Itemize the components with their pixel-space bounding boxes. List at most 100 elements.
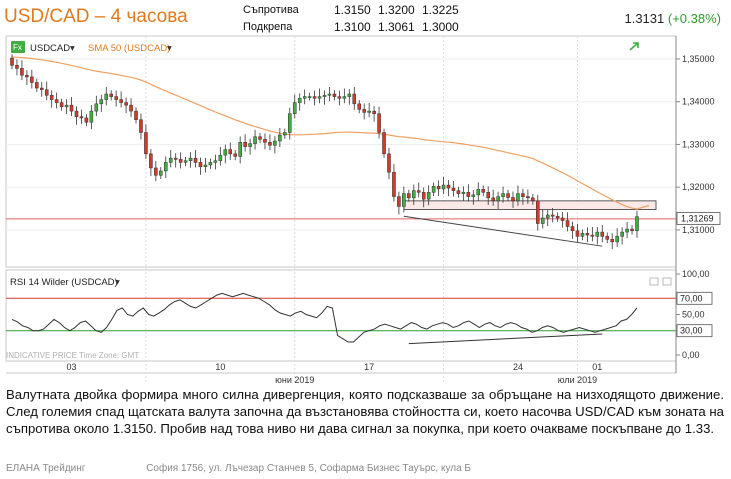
y-tick-label: 1,35000: [682, 54, 715, 64]
candle-body: [39, 87, 44, 90]
candle-body: [536, 200, 540, 224]
candle-body: [446, 184, 451, 189]
candle-body: [402, 193, 406, 207]
fx-badge-label: Fx: [13, 43, 22, 52]
candle-body: [44, 89, 49, 96]
candle-body: [481, 189, 486, 193]
candle-body: [79, 116, 84, 119]
candle-body: [178, 159, 183, 163]
x-month-label: юли 2019: [558, 375, 597, 384]
watermark: INDICATIVE PRICE Time Zone: GMT: [6, 351, 139, 360]
candle-body: [35, 82, 39, 89]
candle-body: [392, 171, 396, 197]
candle-body: [139, 119, 143, 133]
candle-body: [327, 93, 332, 96]
candle-body: [555, 216, 560, 219]
candle-body: [496, 196, 500, 202]
footer-company: ЕЛАНА Трейдинг: [6, 463, 86, 474]
candle-body: [223, 149, 228, 156]
candle-body: [506, 193, 510, 198]
candle-body: [367, 110, 371, 113]
candle-body: [550, 214, 555, 217]
candle-body: [615, 236, 619, 243]
resistance-value-2: 1.3200: [378, 3, 415, 17]
quote-price: 1.3131: [624, 11, 665, 26]
candle-body: [521, 193, 525, 197]
chevron-down-icon[interactable]: ▾: [167, 43, 172, 54]
candle-body: [292, 102, 297, 114]
candle-body: [387, 153, 391, 173]
candle-body: [20, 68, 24, 76]
candle-body: [407, 193, 411, 199]
footer-address: София 1756, ул. Лъчезар Станчев 5, Софар…: [146, 463, 471, 474]
candle-body: [511, 197, 515, 202]
candle-body: [10, 57, 14, 66]
candle-body: [441, 184, 446, 190]
rsi-tick-label: 100,00: [682, 269, 710, 279]
chevron-down-icon[interactable]: ▾: [115, 277, 120, 288]
candle-body: [600, 231, 605, 237]
candle-body: [243, 142, 247, 147]
price-chart: 03 10 17 24 01 юни 2019 юли 2019 1,35000 1,34000…: [0, 34, 731, 384]
resistance-value-1: 1.3150: [334, 3, 371, 17]
candle-body: [342, 96, 347, 99]
candle-body: [516, 193, 520, 202]
chevron-down-icon[interactable]: ▾: [70, 43, 75, 54]
candle-body: [411, 190, 416, 199]
x-tick-label: 17: [364, 362, 374, 372]
candle-body: [332, 93, 337, 97]
candle-body: [54, 99, 59, 103]
y-tick-label: 1,33000: [682, 139, 715, 149]
candle-body: [526, 196, 530, 199]
expand-icon[interactable]: [628, 41, 640, 52]
candle-body: [347, 93, 352, 97]
candle-body: [575, 230, 580, 237]
rsi-level-label: 30,00: [680, 326, 703, 336]
candle-body: [397, 196, 401, 207]
candle-body: [248, 143, 252, 147]
candle-body: [377, 113, 381, 133]
candle-body: [159, 170, 163, 176]
candle-body: [287, 113, 292, 133]
candle-body: [570, 226, 575, 232]
x-tick-label: 01: [592, 362, 602, 372]
candle-body: [382, 132, 386, 155]
candle-body: [84, 117, 89, 123]
candle-body: [560, 217, 565, 221]
candle-body: [357, 103, 362, 110]
candle-body: [580, 233, 585, 237]
candle-body: [218, 154, 223, 161]
candle-body: [154, 167, 158, 176]
candle-body: [109, 93, 113, 97]
rsi-level-label: 70,00: [680, 293, 703, 303]
candle-body: [114, 96, 118, 100]
description-text: Валутната двойка формира много силна див…: [6, 387, 724, 436]
candle-body: [610, 239, 614, 243]
candle-body: [283, 132, 287, 136]
candle-body: [134, 110, 138, 120]
candle-body: [362, 109, 366, 113]
candle-body: [372, 110, 376, 114]
candle-body: [228, 149, 233, 155]
candle-body: [416, 190, 421, 193]
y-tick-label: 1,32000: [682, 182, 715, 192]
main-legend[interactable]: Fx USDCAD ▾ SMA 50 (USDCAD) ▾: [11, 41, 172, 54]
candle-body: [213, 160, 218, 163]
x-tick-label: 03: [67, 362, 77, 372]
candle-body: [426, 192, 431, 200]
candle-body: [337, 96, 342, 99]
y-tick-label: 1,31000: [682, 225, 715, 235]
candle-body: [168, 157, 173, 163]
last-price-label: 1,31269: [681, 213, 714, 223]
candle-body: [456, 190, 461, 194]
candle-body: [74, 110, 79, 117]
candle-body: [268, 142, 272, 146]
candle-body: [451, 187, 456, 191]
candle-body: [307, 96, 312, 98]
candle-body: [317, 96, 322, 99]
candle-body: [620, 231, 624, 237]
candle-body: [149, 153, 153, 169]
support-value-1: 1.3100: [334, 20, 371, 34]
candle-body: [625, 228, 629, 233]
quote-change: (+0.38%): [667, 11, 721, 26]
